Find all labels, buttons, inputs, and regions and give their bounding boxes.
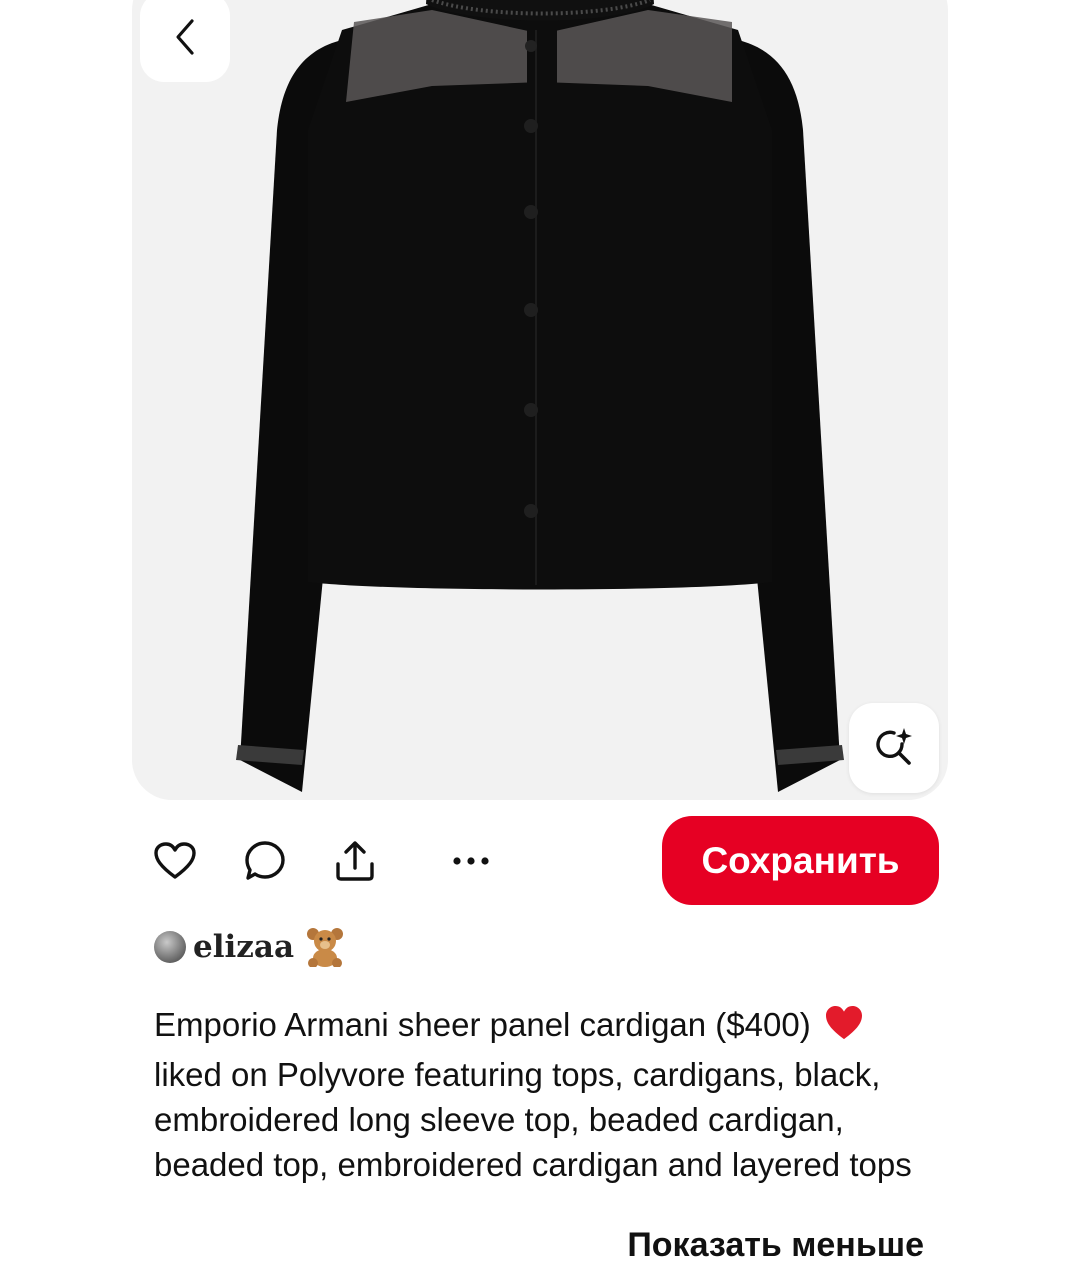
author[interactable]: elizaa bbox=[154, 925, 346, 969]
description-text-2: liked on Polyvore featuring tops, cardig… bbox=[154, 1056, 912, 1183]
more-button[interactable] bbox=[446, 836, 496, 886]
cardigan-image bbox=[236, 0, 844, 792]
author-name[interactable]: elizaa bbox=[193, 929, 294, 965]
pin-image[interactable] bbox=[132, 0, 948, 800]
pin-description: Emporio Armani sheer panel cardigan ($40… bbox=[154, 1002, 914, 1187]
magnifier-sparkle-icon bbox=[876, 728, 912, 765]
description-text-1: Emporio Armani sheer panel cardigan ($40… bbox=[154, 1006, 811, 1043]
heart-icon bbox=[154, 842, 196, 879]
comment-icon bbox=[245, 841, 285, 880]
visual-search-button[interactable] bbox=[849, 703, 939, 793]
share-icon bbox=[336, 841, 374, 881]
comment-button[interactable] bbox=[240, 836, 290, 886]
avatar[interactable] bbox=[154, 931, 186, 963]
share-button[interactable] bbox=[330, 836, 380, 886]
more-icon bbox=[453, 857, 489, 865]
like-button[interactable] bbox=[150, 836, 200, 886]
chevron-left-icon bbox=[176, 19, 194, 55]
back-button[interactable] bbox=[140, 0, 230, 82]
teddy-bear-icon bbox=[304, 927, 346, 967]
show-less-link[interactable]: Показать меньше bbox=[627, 1226, 924, 1265]
save-button[interactable]: Сохранить bbox=[662, 816, 939, 905]
red-heart-icon bbox=[824, 1005, 864, 1052]
